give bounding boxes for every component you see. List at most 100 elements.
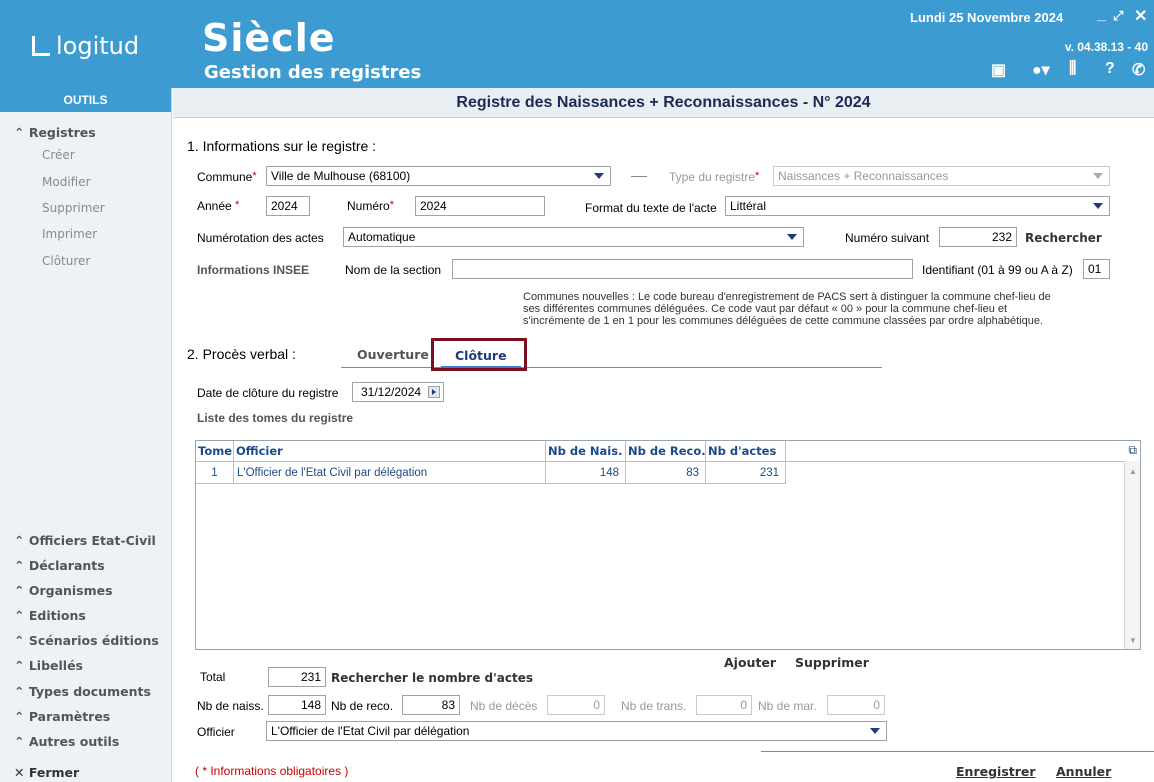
chevron-down-icon	[870, 728, 880, 734]
date-cloture-input[interactable]: 31/12/2024	[352, 382, 444, 402]
total-input[interactable]: 231	[268, 667, 326, 687]
scroll-down-icon[interactable]: ▼	[1129, 636, 1137, 645]
sidebar-section-label: Autres outils	[28, 734, 120, 749]
section2-title: 2. Procès verbal :	[187, 346, 296, 362]
sidebar-section-label: Types documents	[28, 684, 151, 699]
sidebar-section-types-documents[interactable]: ⌃ Types documents	[14, 684, 151, 699]
numerotation-value: Automatique	[348, 230, 416, 244]
sidebar-section-label: Organismes	[28, 583, 113, 598]
cell-nb-nais: 148	[546, 462, 626, 484]
phone-icon[interactable]: ✆	[1132, 60, 1145, 80]
sidebar: OUTILS ⌃ Registres Créer Modifier Suppri…	[0, 88, 172, 782]
column-settings-icon[interactable]: ⧉	[1128, 443, 1137, 458]
table-header-nb-nais[interactable]: Nb de Nais.	[546, 441, 626, 461]
table-header-nb-actes[interactable]: Nb d'actes	[706, 441, 786, 461]
annuler-button[interactable]: Annuler	[1056, 764, 1111, 779]
type-registre-select[interactable]: Naissances + Reconnaissances	[773, 166, 1110, 186]
sidebar-section-autres-outils[interactable]: ⌃ Autres outils	[14, 734, 119, 749]
annee-input[interactable]: 2024	[266, 196, 310, 216]
minimize-icon[interactable]: _	[1097, 6, 1106, 24]
rechercher-nombre-actes-button[interactable]: Rechercher le nombre d'actes	[331, 671, 533, 685]
close-icon[interactable]: ✕	[1134, 6, 1147, 26]
sidebar-item-cloturer[interactable]: Clôturer	[42, 254, 90, 268]
footer-divider	[761, 751, 1154, 752]
required-marker: *	[389, 199, 394, 211]
maximize-icon[interactable]: ⤢	[1113, 8, 1123, 24]
format-texte-select[interactable]: Littéral	[725, 196, 1110, 216]
numerotation-label: Numérotation des actes	[197, 231, 324, 245]
ajouter-button[interactable]: Ajouter	[724, 655, 776, 670]
numero-input[interactable]: 2024	[415, 196, 545, 216]
column-separator	[545, 441, 546, 462]
required-marker: *	[755, 170, 760, 182]
caret-right-icon	[432, 389, 436, 395]
nb-trans-input[interactable]: 0	[696, 695, 752, 715]
scroll-up-icon[interactable]: ▲	[1129, 467, 1137, 476]
tab-highlight-box	[431, 338, 527, 371]
required-marker: *	[252, 170, 257, 182]
rechercher-button[interactable]: Rechercher	[1025, 231, 1102, 245]
date-cloture-label: Date de clôture du registre	[197, 386, 339, 400]
app-title: Siècle	[202, 16, 336, 60]
sidebar-item-imprimer[interactable]: Imprimer	[42, 227, 97, 241]
sidebar-item-creer[interactable]: Créer	[42, 148, 75, 162]
sidebar-section-registres[interactable]: ⌃ Registres	[14, 125, 96, 140]
chevron-down-icon	[787, 234, 797, 240]
nb-deces-input[interactable]: 0	[547, 695, 605, 715]
sidebar-close-button[interactable]: ✕ Fermer	[14, 765, 79, 780]
app-subtitle: Gestion des registres	[204, 62, 422, 83]
format-texte-label: Format du texte de l'acte	[585, 201, 717, 215]
nb-reco-input[interactable]: 83	[402, 695, 460, 715]
help-icon[interactable]: ?	[1105, 60, 1115, 78]
tab-ouverture[interactable]: Ouverture	[357, 347, 429, 362]
sidebar-section-scenarios[interactable]: ⌃ Scénarios éditions	[14, 633, 159, 648]
tab-underline	[341, 367, 882, 368]
sidebar-item-modifier[interactable]: Modifier	[42, 175, 91, 189]
sidebar-section-label: Editions	[28, 608, 86, 623]
column-separator	[705, 441, 706, 462]
table-header-nb-reco[interactable]: Nb de Reco.	[626, 441, 706, 461]
sidebar-section-declarants[interactable]: ⌃ Déclarants	[14, 558, 105, 573]
type-registre-label: Type du registre*	[669, 170, 759, 184]
table-header-tome[interactable]: Tome	[196, 441, 234, 461]
identifiant-input[interactable]: 01	[1083, 259, 1110, 279]
sidebar-section-label: Officiers Etat-Civil	[28, 533, 156, 548]
identifiant-label: Identifiant (01 à 99 ou A à Z)	[922, 263, 1073, 277]
sidebar-section-parametres[interactable]: ⌃ Paramètres	[14, 709, 110, 724]
sidebar-heading: OUTILS	[0, 88, 171, 112]
sidebar-section-label: Registres	[28, 125, 96, 140]
numero-suivant-input[interactable]: 232	[939, 227, 1017, 247]
officier-select[interactable]: L'Officier de l'Etat Civil par délégatio…	[266, 721, 887, 741]
date-picker-button[interactable]	[428, 386, 440, 398]
vertical-scrollbar[interactable]: ▲ ▼	[1124, 461, 1140, 649]
format-texte-value: Littéral	[730, 199, 767, 213]
chevron-down-icon	[1093, 173, 1103, 179]
settings-sliders-icon[interactable]: ⫼	[1069, 60, 1076, 78]
sidebar-section-organismes[interactable]: ⌃ Organismes	[14, 583, 113, 598]
version: v. 04.38.13 - 40	[1064, 40, 1148, 54]
table-header-officier[interactable]: Officier	[234, 441, 546, 461]
tomes-table: Tome Officier Nb de Nais. Nb de Reco. Nb…	[195, 440, 1141, 650]
nom-section-input[interactable]	[452, 259, 913, 279]
numero-label-text: Numéro	[347, 199, 390, 213]
enregistrer-button[interactable]: Enregistrer	[956, 764, 1036, 779]
app-header: logitud Siècle Gestion des registres Lun…	[0, 0, 1154, 88]
chevron-down-icon	[594, 173, 604, 179]
nb-naiss-input[interactable]: 148	[268, 695, 326, 715]
nb-mar-input[interactable]: 0	[827, 695, 885, 715]
sidebar-section-label: Paramètres	[28, 709, 111, 724]
column-separator	[233, 441, 234, 462]
supprimer-button[interactable]: Supprimer	[795, 655, 869, 670]
user-icon[interactable]: ●▾	[1032, 60, 1050, 80]
window-icon[interactable]: ▣	[991, 60, 1006, 80]
sidebar-item-supprimer[interactable]: Supprimer	[42, 201, 105, 215]
logo-text: logitud	[56, 32, 140, 60]
logo-mark-icon	[32, 36, 50, 56]
numerotation-select[interactable]: Automatique	[343, 227, 804, 247]
sidebar-section-officiers[interactable]: ⌃ Officiers Etat-Civil	[14, 533, 156, 548]
note-line: s'incrémente de 1 en 1 pour les communes…	[523, 315, 1044, 327]
sidebar-section-editions[interactable]: ⌃ Editions	[14, 608, 86, 623]
sidebar-section-libelles[interactable]: ⌃ Libellés	[14, 658, 83, 673]
type-registre-label-text: Type du registre	[669, 170, 756, 184]
commune-select[interactable]: Ville de Mulhouse (68100)	[266, 166, 611, 186]
